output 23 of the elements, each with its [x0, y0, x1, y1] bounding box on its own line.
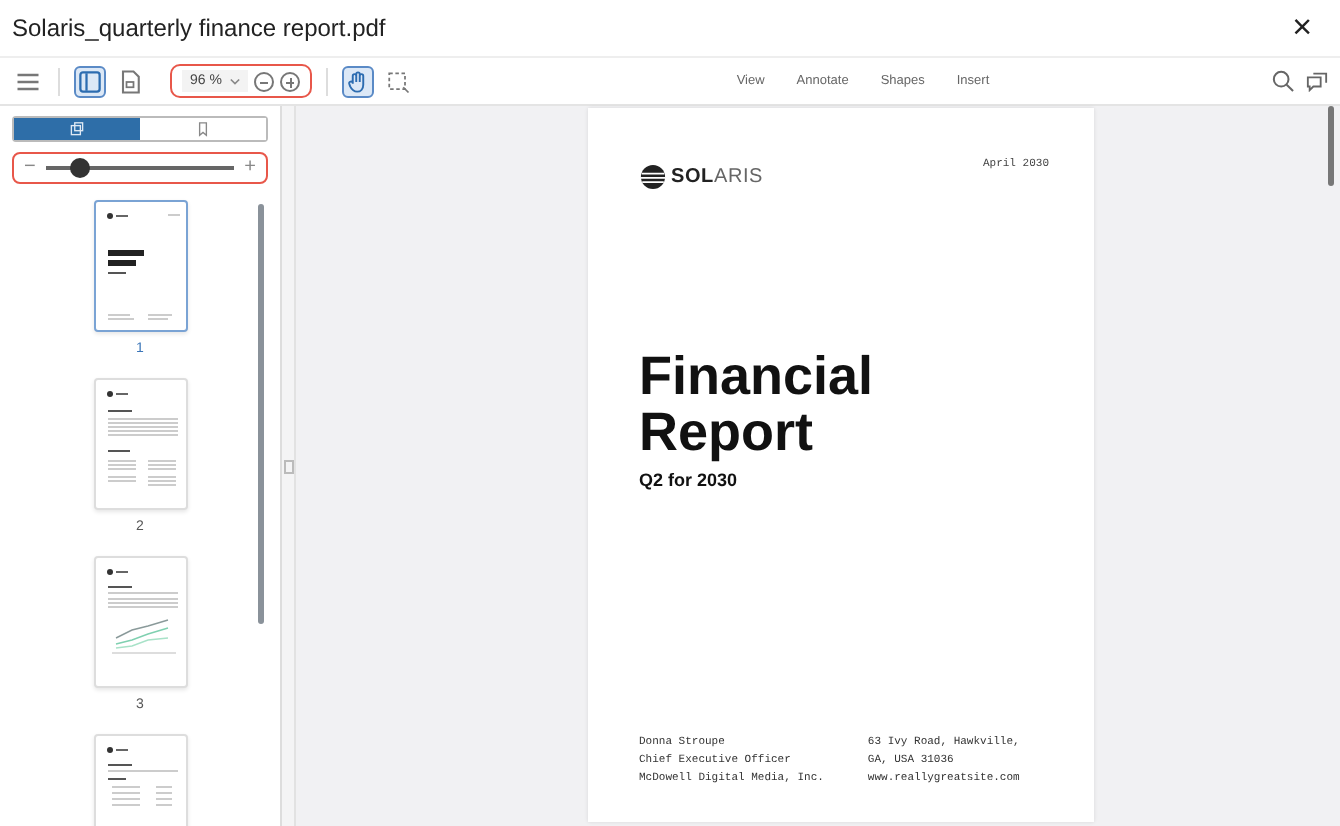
- close-button[interactable]: ×: [1288, 8, 1316, 48]
- report-subtitle: Q2 for 2030: [639, 470, 740, 490]
- thumbnails-tab[interactable]: [14, 118, 140, 140]
- enlarge-button[interactable]: +: [244, 158, 256, 178]
- shrink-button[interactable]: −: [24, 158, 36, 178]
- sidebar-button[interactable]: [74, 65, 106, 97]
- zoom-in-icon[interactable]: [279, 71, 300, 91]
- chevron-icon: [229, 77, 240, 85]
- window-title: Solaris_quarterly finance report.pdf: [12, 14, 386, 42]
- logo-icon: [639, 164, 665, 190]
- splitter-handle[interactable]: [283, 460, 293, 474]
- slider-thumb[interactable]: [69, 158, 90, 178]
- bookmarks-icon: [194, 120, 212, 138]
- scrollbar-thumb[interactable]: [1328, 106, 1334, 186]
- scrollbar-thumb[interactable]: [258, 204, 264, 624]
- comments-icon[interactable]: [1306, 70, 1328, 92]
- search-icon[interactable]: [1272, 70, 1294, 92]
- page-thumbnail[interactable]: [93, 200, 187, 332]
- thumbnails-icon: [68, 120, 86, 138]
- report-title: Financial Report: [639, 348, 876, 460]
- hand-tool-button[interactable]: [341, 65, 374, 97]
- zoom-out-icon[interactable]: [253, 71, 274, 91]
- logo-text: SOLARIS: [671, 166, 764, 188]
